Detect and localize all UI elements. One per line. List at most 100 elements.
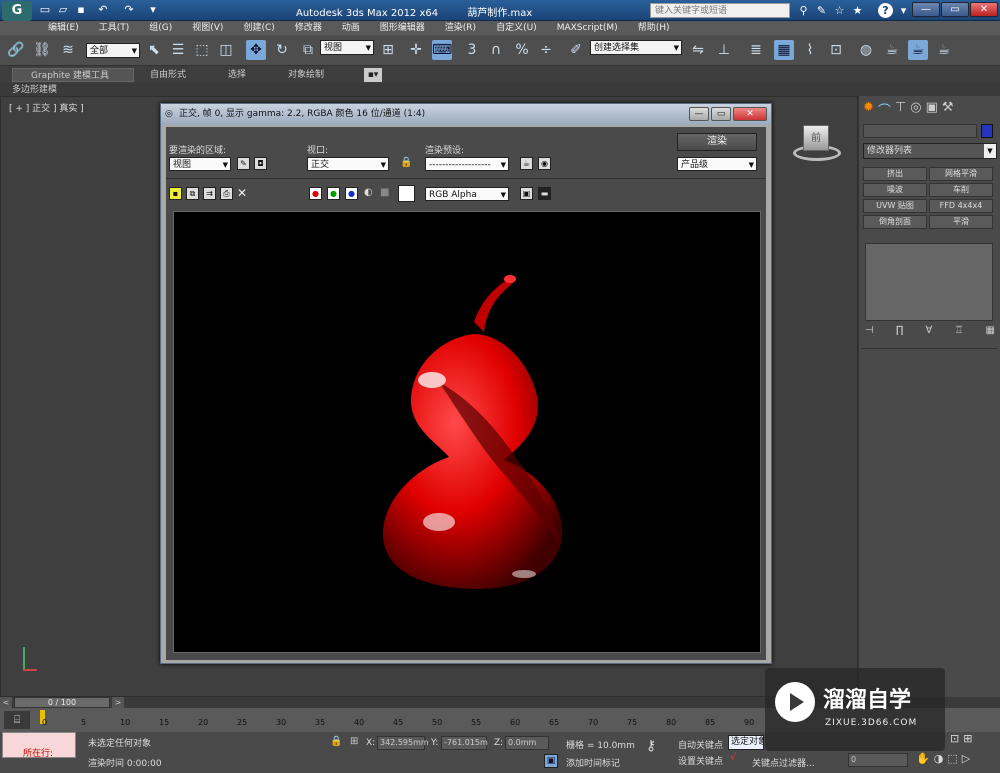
render-window-minimize[interactable]: —	[689, 107, 709, 121]
lathe-button[interactable]: 车削	[929, 183, 993, 197]
field-of-view-icon[interactable]: ▷	[962, 752, 970, 768]
mirror-icon[interactable]: ⇋	[688, 40, 708, 60]
ribbon-options-icon[interactable]: ▪▾	[364, 68, 382, 82]
spinner-snap-icon[interactable]: ÷	[536, 40, 556, 60]
auto-key-button[interactable]: 自动关键点	[678, 738, 723, 751]
current-frame-field[interactable]: 0	[848, 753, 908, 767]
extrude-button[interactable]: 挤出	[863, 167, 927, 181]
close-button[interactable]: ✕	[970, 2, 998, 17]
material-editor-icon[interactable]: ◍	[856, 40, 876, 60]
selected-set-dropdown[interactable]: 选定对象	[728, 735, 764, 750]
menu-help[interactable]: 帮助(H)	[628, 21, 680, 35]
orbit-icon[interactable]: ◑	[934, 752, 944, 768]
quick-access-dropdown-icon[interactable]: ▾	[146, 3, 160, 17]
next-frame-icon[interactable]: >	[112, 697, 124, 708]
binoculars-icon[interactable]: ⚲	[796, 3, 811, 18]
maximize-button[interactable]: ▭	[941, 2, 969, 17]
toggle-ui-icon[interactable]: ▬	[538, 187, 551, 200]
minimize-button[interactable]: —	[912, 2, 940, 17]
open-file-icon[interactable]: ▱	[56, 3, 70, 17]
snaps-toggle-icon[interactable]: 3	[462, 40, 482, 60]
prev-frame-icon[interactable]: <	[0, 697, 12, 708]
uvw-map-button[interactable]: UVW 贴图	[863, 199, 927, 213]
meshsmooth-button[interactable]: 网格平滑	[929, 167, 993, 181]
menu-graph-editors[interactable]: 图形编辑器	[370, 21, 435, 35]
smooth-button[interactable]: 平滑	[929, 215, 993, 229]
window-crossing-icon[interactable]: ◫	[216, 40, 236, 60]
print-image-icon[interactable]: ⎙	[220, 187, 233, 200]
utilities-tab-icon[interactable]: ⚒	[942, 100, 954, 118]
show-end-result-icon[interactable]: ∏	[896, 325, 904, 339]
select-manipulate-icon[interactable]: ✛	[406, 40, 426, 60]
make-unique-icon[interactable]: ∀	[926, 325, 933, 339]
blue-channel-icon[interactable]: ●	[345, 187, 358, 200]
remove-modifier-icon[interactable]: ♖	[954, 325, 963, 339]
save-icon[interactable]: ▪	[74, 3, 88, 17]
new-file-icon[interactable]: ▭	[38, 3, 52, 17]
rect-selection-icon[interactable]: ⬚	[192, 40, 212, 60]
object-name-field[interactable]	[863, 124, 977, 138]
time-slider-thumb[interactable]: 0 / 100	[14, 697, 110, 708]
y-coord-field[interactable]: -761.015m	[441, 736, 488, 750]
monochrome-icon[interactable]: ■	[380, 187, 393, 200]
clone-window-icon[interactable]: ⇉	[203, 187, 216, 200]
rotate-icon[interactable]: ↻	[272, 40, 292, 60]
menu-tools[interactable]: 工具(T)	[89, 21, 140, 35]
toggle-ui-overlay-icon[interactable]: ▣	[520, 187, 533, 200]
graphite-toggle-icon[interactable]: ▦	[774, 40, 794, 60]
create-tab-icon[interactable]: ✹	[863, 100, 874, 118]
ribbon-tab-object-paint[interactable]: 对象绘制	[288, 68, 324, 82]
set-key-button[interactable]: 设置关键点	[678, 754, 723, 767]
pivot-center-icon[interactable]: ⊞	[378, 40, 398, 60]
menu-create[interactable]: 创建(C)	[233, 21, 284, 35]
tools-icon[interactable]: ✎	[814, 3, 829, 18]
menu-modifiers[interactable]: 修改器	[285, 21, 332, 35]
menu-views[interactable]: 视图(V)	[182, 21, 233, 35]
menu-edit[interactable]: 编辑(E)	[38, 21, 89, 35]
absolute-mode-icon[interactable]: ⊞	[350, 736, 358, 747]
channel-dropdown[interactable]: RGB Alpha	[425, 187, 509, 202]
help-icon[interactable]: ?	[878, 3, 893, 18]
render-production-icon[interactable]: ☕	[934, 40, 954, 60]
pin-stack-icon[interactable]: ⊣	[865, 325, 874, 339]
star-icon[interactable]: ☆	[832, 3, 847, 18]
link-icon[interactable]: 🔗	[6, 40, 26, 60]
select-by-name-icon[interactable]: ☰	[168, 40, 188, 60]
align-icon[interactable]: ⊥	[714, 40, 734, 60]
angle-snap-icon[interactable]: ∩	[486, 40, 506, 60]
unlink-icon[interactable]: ⛓	[32, 40, 52, 60]
modifier-list-dropdown[interactable]: 修改器列表 ▼	[863, 143, 997, 159]
scale-icon[interactable]: ⧉	[298, 40, 318, 60]
mini-curve-editor-icon[interactable]: ⌸	[4, 711, 30, 729]
object-color-swatch[interactable]	[981, 124, 993, 138]
menu-customize[interactable]: 自定义(U)	[486, 21, 547, 35]
viewport-dropdown[interactable]: 正交	[307, 157, 389, 172]
search-input[interactable]: 键入关键字或短语	[650, 3, 790, 18]
render-setup-icon[interactable]: ☕	[882, 40, 902, 60]
viewcube-face[interactable]: 前	[803, 125, 829, 151]
polygon-modeling-label[interactable]: 多边形建模	[12, 83, 57, 96]
key-filter-icon[interactable]: √	[730, 752, 736, 763]
color-swatch[interactable]	[398, 185, 415, 202]
noise-button[interactable]: 噪波	[863, 183, 927, 197]
set-key-icon[interactable]: ⚷	[646, 738, 656, 754]
z-coord-field[interactable]: 0.0mm	[505, 736, 549, 750]
select-object-icon[interactable]: ⬉	[144, 40, 164, 60]
viewport-label[interactable]: [ + ] 正交 ] 真实 ]	[9, 101, 84, 114]
rendered-frame-window-icon[interactable]: ☕	[908, 40, 928, 60]
edit-region-icon[interactable]: ✎	[237, 157, 250, 170]
undo-icon[interactable]: ↶	[96, 3, 110, 17]
viewcube[interactable]: 前	[785, 123, 847, 167]
copy-image-icon[interactable]: ⧉	[186, 187, 199, 200]
key-filters-button[interactable]: 关键点过滤器...	[752, 756, 815, 769]
favorites-icon[interactable]: ★	[850, 3, 865, 18]
clear-icon[interactable]: ✕	[237, 186, 250, 200]
menu-animation[interactable]: 动画	[332, 21, 370, 35]
x-coord-field[interactable]: 342.595mm	[377, 736, 429, 750]
pan-icon[interactable]: ✋	[916, 752, 930, 768]
edit-named-selection-icon[interactable]: ✐	[566, 40, 586, 60]
keyboard-shortcut-override-icon[interactable]: ⌨	[432, 40, 452, 60]
area-to-render-dropdown[interactable]: 视图	[169, 157, 231, 172]
motion-tab-icon[interactable]: ◎	[910, 100, 921, 118]
render-button[interactable]: 渲染	[677, 133, 757, 151]
